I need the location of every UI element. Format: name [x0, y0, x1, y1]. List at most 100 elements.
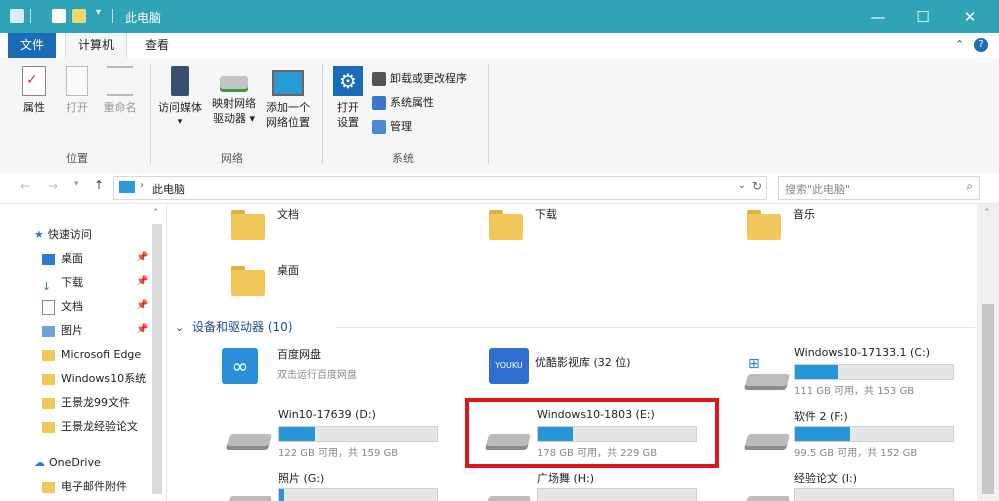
- open-button[interactable]: 打开: [57, 66, 97, 115]
- folder-documents[interactable]: 文档: [231, 206, 431, 244]
- nav-item-label: 王景龙99文件: [61, 396, 130, 409]
- scroll-up-icon[interactable]: ⌃: [983, 208, 991, 218]
- drive-usage-bar: [278, 488, 438, 501]
- map-network-drive-label: 映射网络: [212, 97, 256, 110]
- properties-button[interactable]: ✓ 属性: [14, 66, 54, 115]
- devices-header-label: 设备和驱动器 (10): [192, 320, 293, 334]
- add-network-location-button[interactable]: 添加一个 网络位置: [262, 66, 314, 130]
- access-media-label: 访问媒体: [158, 101, 202, 114]
- nav-item-documents[interactable]: 文档: [42, 298, 83, 316]
- drive-size: 99.5 GB 可用，共 152 GB: [794, 448, 918, 459]
- search-icon[interactable]: ⌕: [966, 179, 973, 194]
- help-icon[interactable]: ?: [974, 38, 988, 52]
- map-network-drive-button[interactable]: 映射网络 驱动器 ▾: [208, 66, 260, 126]
- nav-item-label: 文档: [61, 300, 83, 313]
- nav-item-windows10[interactable]: Windows10系统: [42, 370, 146, 388]
- drive-usage-bar: [794, 488, 954, 501]
- settings-gear-icon: ⚙: [333, 66, 363, 96]
- address-bar[interactable]: › 此电脑 ⌄ ↻: [113, 176, 767, 200]
- properties-quick-icon[interactable]: [52, 9, 66, 23]
- nav-item-email-attachments[interactable]: 电子邮件附件: [42, 478, 127, 496]
- properties-label: 属性: [23, 101, 45, 114]
- drive-f[interactable]: 软件 2 (F:) 99.5 GB 可用，共 152 GB: [740, 406, 960, 462]
- manage-button[interactable]: 管理: [372, 118, 412, 136]
- drive-h[interactable]: 广场舞 (H:): [481, 468, 701, 501]
- pin-icon[interactable]: 📌: [136, 300, 148, 311]
- refresh-icon[interactable]: ↻: [752, 179, 762, 193]
- address-dropdown-icon[interactable]: ⌄: [738, 180, 746, 191]
- desktop-icon: [42, 253, 55, 265]
- pin-icon[interactable]: 📌: [136, 276, 148, 287]
- group-separator: [150, 64, 151, 164]
- quick-access[interactable]: ★ 快速访问: [34, 226, 92, 244]
- nav-item-downloads[interactable]: ↓ 下载: [42, 274, 83, 293]
- nav-item-label: 电子邮件附件: [61, 480, 127, 493]
- up-icon[interactable]: ↑: [94, 178, 104, 192]
- recent-locations-icon[interactable]: ▾: [74, 179, 79, 189]
- nav-item-desktop[interactable]: 桌面: [42, 250, 83, 268]
- ribbon: ✓ 属性 打开 重命名 位置 访问媒体 ▾ 映射网络 驱动器 ▾ 添加一个 网络…: [0, 58, 999, 174]
- pin-icon[interactable]: 📌: [136, 324, 148, 335]
- this-pc-icon: [119, 181, 135, 193]
- folder-music[interactable]: 音乐: [747, 206, 947, 244]
- tab-computer[interactable]: 计算机: [65, 33, 128, 59]
- nav-item-wjl99[interactable]: 王景龙99文件: [42, 394, 130, 412]
- nav-scrollbar[interactable]: [152, 224, 162, 494]
- drive-name: 广场舞 (H:): [537, 472, 595, 485]
- nav-item-wjl-papers[interactable]: 王景龙经验论文: [42, 418, 138, 436]
- content-pane: 文档 下载 音乐 桌面 ⌄ 设备和驱动器 (10) ∞ 百度网盘 双击运行百度网…: [167, 204, 977, 501]
- back-icon[interactable]: ←: [20, 179, 30, 193]
- nav-item-pictures[interactable]: 图片: [42, 322, 83, 340]
- uninstall-icon: [372, 72, 386, 86]
- folder-icon: [42, 421, 55, 433]
- drive-d[interactable]: Win10-17639 (D:) 122 GB 可用，共 159 GB: [222, 406, 442, 462]
- drive-size: 122 GB 可用，共 159 GB: [278, 448, 399, 459]
- collapse-ribbon-icon[interactable]: ⌃: [955, 38, 964, 51]
- folder-icon: [231, 210, 265, 240]
- drive-i[interactable]: 经验论文 (I:): [740, 468, 960, 501]
- manage-label: 管理: [390, 120, 412, 133]
- folder-desktop[interactable]: 桌面: [231, 262, 431, 302]
- drive-c[interactable]: ⊞ Windows10-17133.1 (C:) 111 GB 可用，共 153…: [740, 344, 960, 400]
- nav-item-edge[interactable]: Microsofi Edge: [42, 346, 141, 364]
- group-label-location: 位置: [66, 152, 88, 165]
- pictures-icon: [42, 325, 55, 337]
- properties-icon: ✓: [22, 66, 46, 96]
- section-divider: [335, 327, 975, 328]
- folder-label: 下载: [535, 208, 557, 221]
- breadcrumb[interactable]: 此电脑: [152, 181, 185, 197]
- network-drive-icon: [220, 76, 248, 92]
- quick-access-dropdown-icon[interactable]: ▾: [96, 7, 101, 18]
- add-network-location-label: 添加一个: [266, 101, 310, 114]
- rename-icon: [107, 66, 133, 96]
- drive-e[interactable]: Windows10-1803 (E:) 178 GB 可用，共 229 GB: [481, 406, 701, 462]
- content-scrollbar[interactable]: ⌃: [977, 204, 999, 501]
- pin-icon[interactable]: 📌: [136, 252, 148, 263]
- drive-usage-bar: [537, 426, 697, 442]
- breadcrumb-chevron-icon[interactable]: ›: [140, 180, 144, 191]
- open-settings-button[interactable]: ⚙ 打开 设置: [328, 66, 368, 130]
- tab-view[interactable]: 查看: [133, 33, 181, 58]
- maximize-button[interactable]: ☐: [903, 6, 943, 28]
- folder-downloads[interactable]: 下载: [489, 206, 689, 244]
- devices-section-header[interactable]: ⌄ 设备和驱动器 (10): [175, 318, 975, 338]
- forward-icon[interactable]: →: [48, 179, 58, 193]
- scroll-up-icon[interactable]: ⌃: [152, 208, 160, 218]
- drive-g[interactable]: 照片 (G:): [222, 468, 442, 501]
- scrollbar-thumb[interactable]: [982, 304, 994, 494]
- drive-name: 软件 2 (F:): [794, 410, 848, 423]
- close-button[interactable]: ✕: [950, 6, 990, 28]
- rename-button[interactable]: 重命名: [98, 66, 142, 115]
- uninstall-program-button[interactable]: 卸载或更改程序: [372, 70, 467, 88]
- baidu-netdisk-item[interactable]: ∞ 百度网盘 双击运行百度网盘: [222, 344, 442, 394]
- new-folder-quick-icon[interactable]: [72, 9, 86, 23]
- tab-file[interactable]: 文件: [8, 33, 57, 58]
- access-media-button[interactable]: 访问媒体 ▾: [154, 66, 206, 130]
- drive-usage-bar: [278, 426, 438, 442]
- youku-library-item[interactable]: YOUKU 优酷影视库 (32 位): [489, 344, 709, 394]
- search-input[interactable]: 搜索"此电脑" ⌕: [778, 176, 980, 200]
- minimize-button[interactable]: —: [858, 6, 898, 28]
- open-label: 打开: [66, 101, 88, 114]
- system-properties-button[interactable]: 系统属性: [372, 94, 434, 112]
- nav-item-onedrive[interactable]: ☁ OneDrive: [34, 454, 101, 472]
